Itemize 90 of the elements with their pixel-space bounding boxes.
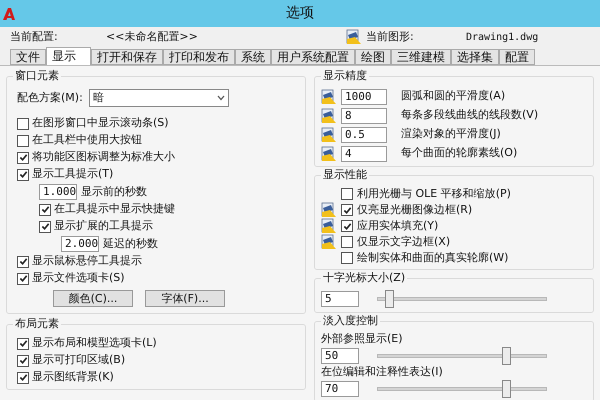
number-field[interactable]: 0.5 <box>341 126 387 142</box>
slider[interactable] <box>374 380 550 398</box>
checkbox-label: 应用实体填充(Y) <box>357 218 438 234</box>
field-label: 每个曲面的轮廓素线(O) <box>401 145 518 162</box>
number-field[interactable]: 8 <box>341 108 387 124</box>
checkbox-label: 将功能区图标调整为标准大小 <box>32 149 175 166</box>
tab[interactable]: 打开和保存 <box>91 49 163 65</box>
checkbox-label: 显示可打印区域(B) <box>32 352 126 368</box>
checkbox[interactable] <box>17 168 29 180</box>
group-title: 窗口元素 <box>13 69 61 83</box>
checkbox[interactable] <box>341 236 353 248</box>
drawing-file-icon <box>321 202 337 218</box>
drawing-file-icon <box>321 126 337 142</box>
checkbox[interactable] <box>17 272 29 284</box>
drawing-file-icon <box>321 146 337 162</box>
field-label: 渲染对象的平滑度(J) <box>401 126 501 142</box>
dialog-button[interactable]: 字体(F)... <box>145 290 225 307</box>
checkbox[interactable] <box>17 256 29 268</box>
number-field[interactable]: 4 <box>341 146 387 162</box>
checkbox-label: 显示工具提示(T) <box>32 166 114 182</box>
tab[interactable]: 文件 <box>10 49 46 65</box>
checkbox[interactable] <box>17 338 29 350</box>
number-field[interactable]: 50 <box>321 348 359 364</box>
checkbox-label: 显示扩展的工具提示 <box>54 218 153 234</box>
drawing-file-icon <box>321 218 337 234</box>
checkbox-label: 利用光栅与 OLE 平移和缩放(P) <box>357 186 511 202</box>
checkbox[interactable] <box>341 204 353 216</box>
number-field[interactable]: 1.000 <box>39 184 77 200</box>
checkbox-label: 显示布局和模型选项卡(L) <box>32 335 157 352</box>
slider[interactable] <box>374 346 550 364</box>
profile-name: <<未命名配置>> <box>106 28 199 45</box>
group-title: 显示精度 <box>321 69 369 83</box>
field-label: 延迟的秒数 <box>103 236 158 252</box>
drawing-file-icon <box>346 29 362 45</box>
number-field[interactable]: 70 <box>321 380 359 396</box>
window-title: 选项 <box>286 4 314 23</box>
slider-thumb[interactable] <box>502 380 512 398</box>
tab[interactable]: 绘图 <box>355 49 391 65</box>
dialog-button[interactable]: 颜色(C)... <box>53 290 133 307</box>
group-title: 十字光标大小(Z) <box>321 271 408 285</box>
checkbox[interactable] <box>17 354 29 366</box>
checkbox[interactable] <box>17 152 29 164</box>
checkbox[interactable] <box>17 118 29 130</box>
group-title: 淡入度控制 <box>321 314 380 328</box>
group-title: 布局元素 <box>13 317 61 331</box>
checkbox-label: 仅亮显光栅图像边框(R) <box>357 202 472 218</box>
field-label: 显示前的秒数 <box>81 184 147 200</box>
checkbox-label: 显示文件选项卡(S) <box>32 270 125 286</box>
checkbox[interactable] <box>39 204 51 216</box>
checkbox-label: 在图形窗口中显示滚动条(S) <box>32 115 169 132</box>
group-title: 显示性能 <box>321 168 369 182</box>
tab[interactable]: 三维建模 <box>391 49 451 65</box>
number-field[interactable]: 2.000 <box>61 236 99 252</box>
tab[interactable]: 配置 <box>499 49 535 65</box>
number-field[interactable]: 5 <box>321 291 359 307</box>
checkbox[interactable] <box>341 220 353 232</box>
app-logo-icon <box>2 6 16 20</box>
tab[interactable]: 系统 <box>235 49 271 65</box>
checkbox[interactable] <box>341 252 353 264</box>
drawing-file-icon <box>321 108 337 124</box>
tab[interactable]: 显示 <box>46 47 91 65</box>
field-label: 配色方案(M): <box>17 90 83 106</box>
tab[interactable]: 用户系统配置 <box>271 49 355 65</box>
checkbox[interactable] <box>17 134 29 146</box>
field-label: 每条多段线曲线的线段数(V) <box>401 107 538 124</box>
checkbox[interactable] <box>17 372 29 384</box>
drawing-file-icon <box>321 234 337 250</box>
checkbox-label: 在工具提示中显示快捷键 <box>54 201 175 218</box>
checkbox[interactable] <box>341 188 353 200</box>
field-label: 圆弧和圆的平滑度(A) <box>401 88 506 104</box>
checkbox-label: 绘制实体和曲面的真实轮廓(W) <box>357 250 508 266</box>
number-field[interactable]: 1000 <box>341 88 387 104</box>
checkbox-label: 在工具栏中使用大按钮 <box>32 132 142 148</box>
drawing-file-icon <box>321 88 337 104</box>
tab[interactable]: 打印和发布 <box>163 49 235 65</box>
slider-thumb[interactable] <box>502 346 512 364</box>
field-label: 在位编辑和注释性表达(I) <box>321 365 444 379</box>
slider[interactable] <box>374 290 550 308</box>
profile-label: 当前配置: <box>10 28 59 45</box>
checkbox-label: 显示鼠标悬停工具提示 <box>32 253 142 270</box>
field-label: 外部参照显示(E) <box>321 332 404 346</box>
checkbox-label: 显示图纸背景(K) <box>32 369 114 386</box>
drawing-label: 当前图形: <box>366 28 415 45</box>
checkbox[interactable] <box>39 220 51 232</box>
drawing-name: Drawing1.dwg <box>466 30 538 44</box>
chevron-down-icon <box>216 95 225 101</box>
slider-thumb[interactable] <box>384 290 394 308</box>
color-scheme-dropdown[interactable]: 暗 <box>88 89 229 107</box>
tab[interactable]: 选择集 <box>451 49 499 65</box>
checkbox-label: 仅显示文字边框(X) <box>357 234 450 250</box>
